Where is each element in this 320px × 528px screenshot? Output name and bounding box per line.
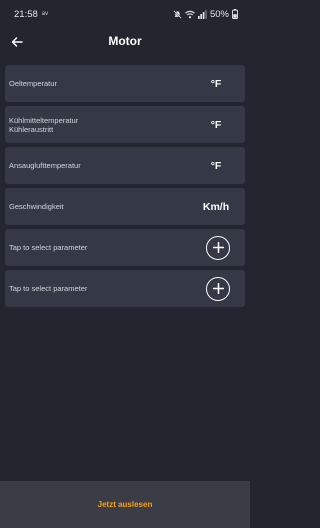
signal-icon [197,9,207,19]
plus-icon [212,283,224,294]
parameter-label-line: Oeltemperatur [9,79,57,88]
empty-parameter-slot[interactable]: Tap to select parameter [5,270,245,307]
parameter-row-intake-air-temperature[interactable]: Ansauglufttemperatur °F [5,147,245,184]
parameter-row-speed[interactable]: Geschwindigkeit Km/h [5,188,245,225]
battery-percentage: 50% [209,8,229,20]
mute-icon [173,9,182,19]
parameter-list: Oeltemperatur °F Kühlmitteltemperatur Kü… [5,65,245,307]
bottom-action-bar: Jetzt auslesen [0,481,250,528]
slot-label: Tap to select parameter [9,243,88,252]
empty-parameter-slot[interactable]: Tap to select parameter [5,229,245,266]
battery-icon [232,9,238,19]
parameter-label-line: Ansauglufttemperatur [9,161,81,170]
add-parameter-button[interactable] [206,235,230,260]
read-now-button[interactable]: Jetzt auslesen [84,494,167,515]
parameter-label-line: Kühlmitteltemperatur [9,115,79,125]
parameter-label-line: Kühleraustritt [9,124,54,134]
parameter-row-coolant-temperature[interactable]: Kühlmitteltemperatur Kühleraustritt °F [5,106,245,143]
parameter-label: Kühlmitteltemperatur Kühleraustritt [5,116,78,134]
add-parameter-button[interactable] [206,276,230,301]
parameter-unit: °F [210,118,222,131]
status-right: 50% [173,9,238,20]
parameter-label-line: Geschwindigkeit [9,202,64,211]
parameter-label: Geschwindigkeit [5,202,64,211]
parameter-label: Oeltemperatur [5,79,57,88]
plus-icon [212,242,224,253]
page-title: Motor [108,34,142,48]
wifi-icon [185,10,195,19]
screen: 21:58 av 50% Motor Oeltemperatur °F Kühl… [0,0,250,528]
parameter-unit: °F [210,77,222,90]
parameter-label: Ansauglufttemperatur [5,161,81,170]
slot-label: Tap to select parameter [9,284,88,293]
status-left: 21:58 av [14,9,48,20]
header: Motor [0,28,250,58]
parameter-row-oil-temperature[interactable]: Oeltemperatur °F [5,65,245,102]
status-bar: 21:58 av 50% [0,0,250,28]
status-small-label: av [41,11,49,17]
parameter-unit: Km/h [202,200,230,213]
parameter-unit: °F [210,159,222,172]
status-time: 21:58 [14,8,38,20]
